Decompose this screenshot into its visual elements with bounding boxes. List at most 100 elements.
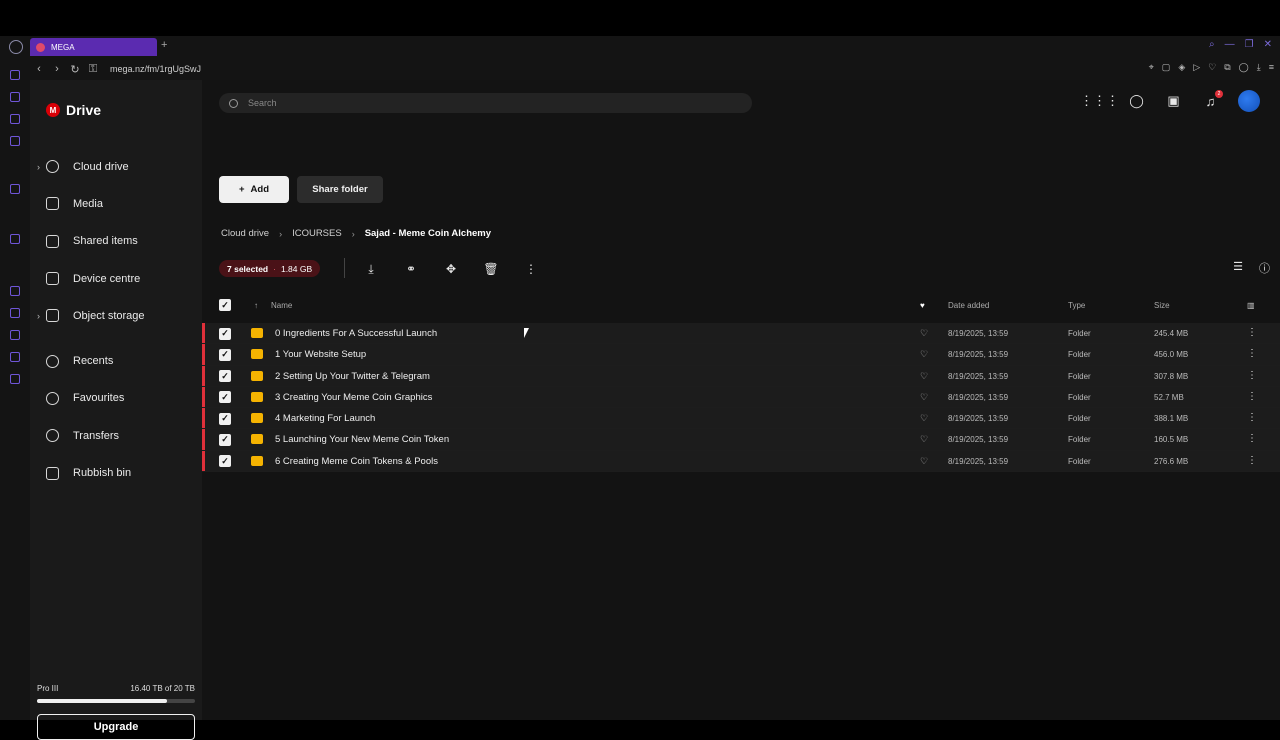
more-options-icon[interactable]: ⋮ [1247, 348, 1257, 359]
row-checkbox[interactable]: ✓ [219, 370, 231, 383]
minimize-button[interactable]: — [1225, 39, 1235, 50]
rail-settings-icon[interactable] [10, 374, 20, 384]
close-window-button[interactable]: ✕ [1264, 39, 1272, 50]
pin-icon[interactable]: ⌖ [1149, 62, 1154, 73]
sort-arrow-up-icon[interactable]: ↑ [254, 301, 258, 310]
breadcrumb-icourses[interactable]: ICOURSES [292, 228, 342, 239]
sidebar-item-device-centre[interactable]: Device centre [30, 260, 202, 297]
more-options-icon[interactable]: ⋮ [1247, 327, 1257, 338]
url-field[interactable]: mega.nz/fm/1rgUgSwJ [110, 64, 201, 74]
rail-history-icon[interactable] [10, 308, 20, 318]
more-options-icon[interactable]: ⋮ [1247, 412, 1257, 423]
file-name[interactable]: 4 Marketing For Launch [275, 413, 375, 424]
more-options-icon[interactable]: ⋮ [522, 260, 540, 278]
add-button[interactable]: + Add [219, 176, 289, 203]
rail-extension-icon[interactable] [10, 352, 20, 362]
column-name[interactable]: Name [271, 301, 292, 310]
rail-player-icon[interactable] [10, 114, 20, 124]
apps-grid-icon[interactable]: ⋮⋮⋮ [1080, 92, 1119, 111]
file-name[interactable]: 5 Launching Your New Meme Coin Token [275, 434, 449, 445]
file-name[interactable]: 3 Creating Your Meme Coin Graphics [275, 392, 432, 403]
favourite-heart-icon[interactable]: ♡ [920, 413, 928, 424]
column-size[interactable]: Size [1154, 301, 1170, 310]
info-icon[interactable]: ⓘ [1259, 260, 1270, 276]
rail-sync-icon[interactable] [10, 92, 20, 102]
column-settings-icon[interactable]: ▥ [1247, 301, 1255, 310]
snapshot-icon[interactable]: ▢ [1162, 62, 1171, 73]
heart-icon[interactable]: ♡ [1208, 62, 1216, 73]
chat-icon[interactable]: ◯ [1127, 92, 1146, 111]
table-row[interactable]: ✓ 6 Creating Meme Coin Tokens & Pools ♡ 8/1… [202, 450, 1280, 473]
forward-button[interactable]: › [48, 63, 66, 75]
menu-icon[interactable]: ≡ [1269, 62, 1274, 73]
link-icon[interactable]: ⚭ [402, 260, 420, 278]
rail-heart-icon[interactable] [10, 286, 20, 296]
more-options-icon[interactable]: ⋮ [1247, 391, 1257, 402]
rail-news-icon[interactable] [10, 136, 20, 146]
column-date[interactable]: Date added [948, 301, 989, 310]
favourite-heart-icon[interactable]: ♡ [920, 456, 928, 467]
breadcrumb-cloud-drive[interactable]: Cloud drive [221, 228, 269, 239]
share-folder-button[interactable]: Share folder [297, 176, 383, 203]
download-icon[interactable]: ⤓ [362, 260, 380, 278]
favourite-heart-icon[interactable]: ♡ [920, 392, 928, 403]
sidebar-item-rubbish-bin[interactable]: Rubbish bin [30, 454, 202, 491]
search-tabs-icon[interactable]: ⌕ [1209, 39, 1215, 50]
search-bar[interactable] [219, 93, 752, 113]
sidebar-item-recents[interactable]: Recents [30, 342, 202, 379]
row-checkbox[interactable]: ✓ [219, 327, 231, 340]
table-row[interactable]: ✓ 5 Launching Your New Meme Coin Token ♡ 8/… [202, 429, 1280, 451]
sidebar-item-shared-items[interactable]: Shared items [30, 223, 202, 260]
row-checkbox[interactable]: ✓ [219, 433, 231, 446]
opera-logo-icon[interactable] [9, 40, 23, 54]
list-view-icon[interactable]: ☰ [1233, 260, 1243, 276]
table-row[interactable]: ✓ 0 Ingredients For A Successful Launch ♡ 8… [202, 323, 1280, 345]
file-name[interactable]: 6 Creating Meme Coin Tokens & Pools [275, 456, 438, 467]
upgrade-button[interactable]: Upgrade [37, 714, 195, 740]
play-icon[interactable]: ▷ [1193, 62, 1200, 73]
file-name[interactable]: 1 Your Website Setup [275, 349, 366, 360]
table-row[interactable]: ✓ 1 Your Website Setup ♡ 8/19/2025, 13:59 Fo… [202, 344, 1280, 366]
select-all-checkbox[interactable]: ✓ [219, 299, 231, 311]
maximize-button[interactable]: ❐ [1245, 39, 1254, 50]
new-tab-button[interactable]: + [161, 39, 167, 51]
notifications-bell-icon[interactable]: ♫ 2 [1201, 89, 1223, 111]
download-icon[interactable]: ⤓ [1257, 62, 1261, 73]
sidebar-item-transfers[interactable]: Transfers [30, 417, 202, 454]
rail-download-icon[interactable] [10, 330, 20, 340]
rail-messenger-icon[interactable] [10, 70, 20, 80]
file-name[interactable]: 2 Setting Up Your Twitter & Telegram [275, 371, 430, 382]
reload-button[interactable]: ↻ [66, 63, 84, 76]
sidebar-item-cloud-drive[interactable]: › Cloud drive [30, 148, 202, 185]
mega-logo[interactable]: M Drive [46, 102, 101, 118]
row-checkbox[interactable]: ✓ [219, 455, 231, 468]
file-name[interactable]: 0 Ingredients For A Successful Launch [275, 328, 437, 339]
site-info-icon[interactable]: ⚿ [84, 63, 102, 76]
table-row[interactable]: ✓ 3 Creating Your Meme Coin Graphics ♡ 8/19… [202, 386, 1280, 409]
search-input[interactable] [248, 98, 728, 108]
table-row[interactable]: ✓ 4 Marketing For Launch ♡ 8/19/2025, 13:59… [202, 408, 1280, 430]
favourite-heart-icon[interactable]: ♡ [920, 349, 928, 360]
trash-icon[interactable]: 🗑 [482, 260, 500, 278]
column-type[interactable]: Type [1068, 301, 1085, 310]
avatar[interactable] [1238, 90, 1260, 112]
extensions-icon[interactable]: ⧉ [1224, 62, 1230, 73]
chevron-right-icon[interactable]: › [37, 162, 40, 172]
row-checkbox[interactable]: ✓ [219, 391, 231, 404]
sidebar-item-favourites[interactable]: Favourites [30, 380, 202, 417]
sidebar-item-object-storage[interactable]: › Object storage [30, 297, 202, 334]
back-button[interactable]: ‹ [30, 63, 48, 75]
favourite-heart-icon[interactable]: ♡ [920, 371, 928, 382]
browser-tab[interactable]: MEGA [30, 38, 157, 56]
favourite-heart-icon[interactable]: ♡ [920, 328, 928, 339]
sidebar-item-media[interactable]: Media [30, 185, 202, 222]
table-row[interactable]: ✓ 2 Setting Up Your Twitter & Telegram ♡ 8/… [202, 365, 1280, 387]
move-icon[interactable]: ✥ [442, 260, 460, 278]
row-checkbox[interactable]: ✓ [219, 348, 231, 361]
more-options-icon[interactable]: ⋮ [1247, 433, 1257, 444]
vpn-shield-icon[interactable]: ◈ [1178, 62, 1185, 73]
column-favourite-heart-icon[interactable]: ♥ [920, 301, 925, 310]
rail-ai-icon[interactable] [10, 184, 20, 194]
row-checkbox[interactable]: ✓ [219, 412, 231, 425]
contacts-icon[interactable]: ▣ [1164, 92, 1183, 111]
